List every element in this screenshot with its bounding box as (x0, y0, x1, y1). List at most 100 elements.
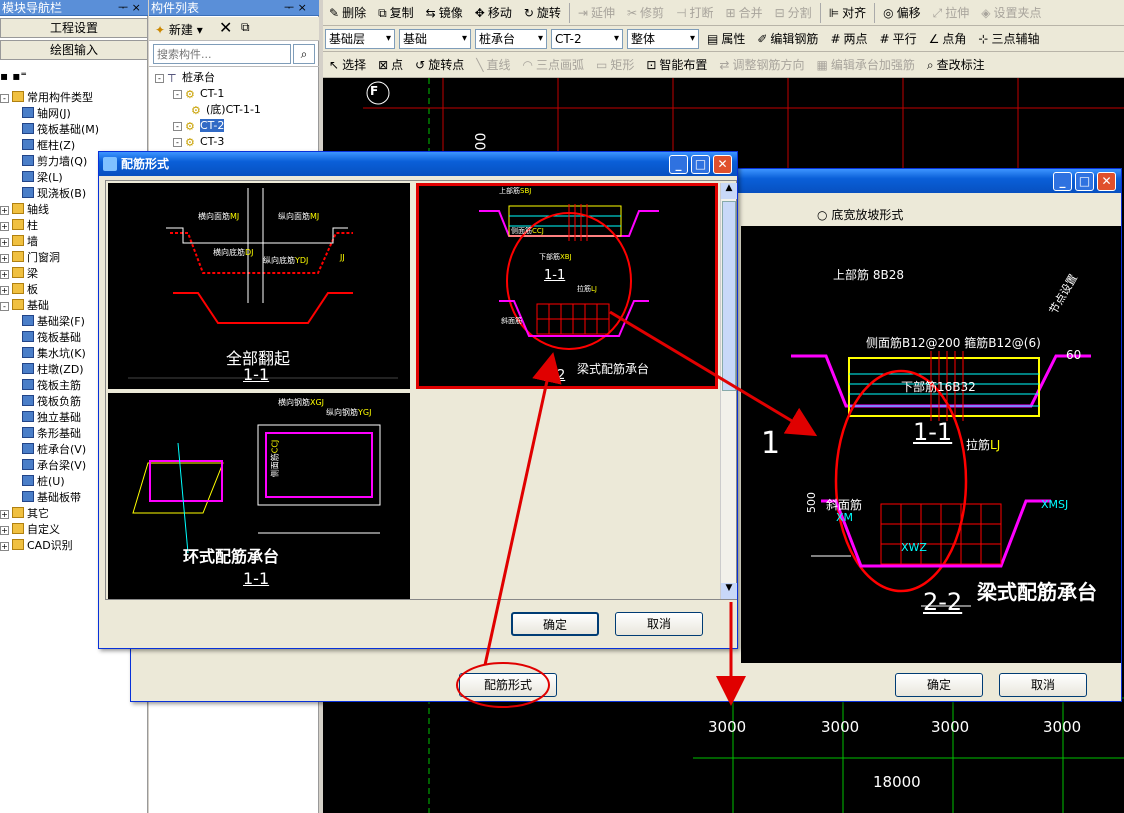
tb2-button-5[interactable]: ⊹ 三点辅轴 (975, 28, 1042, 50)
tb3-button-1[interactable]: ⊠ 点 (375, 54, 406, 76)
pin-close-icon[interactable]: ᅮ × (284, 0, 307, 16)
tb2-button-1[interactable]: ✐ 编辑钢筋 (754, 28, 821, 50)
gear-icon: ⚙ (185, 88, 195, 101)
component-tree-item[interactable]: - ⚙ CT-1 (155, 86, 261, 102)
layer-combo-0[interactable]: 基础层 (325, 29, 395, 49)
nav-tree-label: 框柱(Z) (37, 139, 76, 152)
expand-icon[interactable]: + (0, 510, 9, 519)
expand-icon[interactable]: - (173, 90, 182, 99)
expand-icon[interactable]: - (173, 138, 182, 147)
tb3-button-0[interactable]: ↖ 选择 (326, 54, 369, 76)
back-cancel-button[interactable]: 取消 (999, 673, 1087, 697)
layer-combo-4[interactable]: 整体 (627, 29, 699, 49)
expand-icon[interactable]: - (155, 74, 164, 83)
close-button[interactable]: ✕ (713, 155, 732, 174)
expand-icon[interactable]: + (0, 286, 9, 295)
new-button[interactable]: ✦ 新建 ▾ (155, 21, 203, 38)
tb1-button-3[interactable]: ✥ 移动 (472, 2, 515, 24)
tb1-icon-1: ⧉ (378, 6, 387, 20)
folder-icon (12, 267, 24, 278)
delete-icon[interactable]: ✕ (219, 18, 232, 37)
tb1-button-13[interactable]: ◈ 设置夹点 (978, 2, 1044, 24)
confirm-button[interactable]: 确定 (511, 612, 599, 636)
tb1-button-9[interactable]: ⊟ 分割 (772, 2, 815, 24)
scroll-thumb[interactable] (722, 201, 736, 391)
tb1-button-2[interactable]: ⇆ 镜像 (423, 2, 466, 24)
minimize-button[interactable]: _ (1053, 172, 1072, 191)
tb3-button-4[interactable]: ◠ 三点画弧 (519, 54, 587, 76)
cancel-button[interactable]: 取消 (615, 612, 703, 636)
component-icon (22, 107, 34, 118)
expand-icon[interactable]: - (0, 302, 9, 311)
option-beam-type[interactable]: 上部筋SBJ 侧面筋CCJ 下部筋XBJ 1-1 拉筋LJ 斜面筋 2-2 梁式… (416, 183, 718, 389)
option-all-up[interactable]: 横向面筋MJ 纵向面筋MJ 横向底筋DJ 纵向底筋YDJ JJ 全部翻起 1-1 (108, 183, 410, 389)
tb3-button-9[interactable]: ⌕ 查改标注 (924, 54, 988, 76)
layer-combo-1[interactable]: 基础 (399, 29, 471, 49)
tb1-button-4[interactable]: ↻ 旋转 (521, 2, 564, 24)
nav-tree-item[interactable]: - 常用构件类型 (0, 90, 148, 106)
expand-icon[interactable]: + (0, 542, 9, 551)
tb1-button-11[interactable]: ◎ 偏移 (880, 2, 924, 24)
tb2-button-4[interactable]: ∠ 点角 (926, 28, 970, 50)
c3-caption: 环式配筋承台 (183, 547, 280, 566)
layer-combo-2[interactable]: 桩承台 (475, 29, 547, 49)
scroll-up-icon[interactable]: ▲ (721, 183, 737, 199)
preview-scrollbar[interactable]: ▲ ▼ (720, 183, 737, 599)
tb1-button-12[interactable]: ⤢ 拉伸 (930, 2, 973, 24)
copy-icon[interactable]: ⧉ (241, 20, 250, 35)
component-tree-item[interactable]: - ⚙ CT-3 (155, 134, 261, 150)
nav-tree-item[interactable]: 筏板基础(M) (0, 122, 148, 138)
search-icon[interactable]: ⌕ (293, 44, 315, 64)
tb2-button-2[interactable]: # 两点 (827, 28, 870, 50)
tb3-button-8[interactable]: ▦ 编辑承台加强筋 (814, 54, 918, 76)
tb2-button-3[interactable]: # 平行 (877, 28, 920, 50)
scroll-down-icon[interactable]: ▼ (721, 583, 737, 599)
expand-icon[interactable]: + (0, 238, 9, 247)
expand-icon[interactable]: + (0, 222, 9, 231)
tb1-button-8[interactable]: ⊞ 合并 (723, 2, 766, 24)
tb3-button-3[interactable]: ╲ 直线 (473, 54, 513, 76)
tb1-label-2: 镜像 (438, 6, 463, 20)
component-tree-item[interactable]: ⚙ (底)CT-1-1 (155, 102, 261, 118)
tb1-button-7[interactable]: ⊣ 打断 (673, 2, 716, 24)
tb1-button-1[interactable]: ⧉ 复制 (375, 2, 417, 24)
tb2-button-0[interactable]: ▤ 属性 (704, 28, 748, 50)
expand-icon[interactable]: + (0, 270, 9, 279)
maximize-button[interactable]: □ (1075, 172, 1094, 191)
tb3-button-5[interactable]: ▭ 矩形 (593, 54, 637, 76)
maximize-button[interactable]: □ (691, 155, 710, 174)
tree-toggle-icon[interactable]: ▪ ▪⁼ (0, 69, 27, 83)
tb1-button-6[interactable]: ✂ 修剪 (624, 2, 667, 24)
tb3-button-7[interactable]: ⇄ 调整钢筋方向 (716, 54, 807, 76)
folder-icon (12, 507, 24, 518)
tb3-button-6[interactable]: ⊡ 智能布置 (643, 54, 710, 76)
expand-icon[interactable]: - (0, 94, 9, 103)
tb1-label-6: 修剪 (640, 6, 665, 20)
tb3-button-2[interactable]: ↺ 旋转点 (412, 54, 467, 76)
bk-xm: XM (836, 511, 854, 524)
expand-icon[interactable]: + (0, 526, 9, 535)
expand-icon[interactable]: + (0, 206, 9, 215)
bottom-slope-radio[interactable]: ○ 底宽放坡形式 (817, 206, 903, 223)
layer-combo-3[interactable]: CT-2 (551, 29, 623, 49)
expand-icon[interactable]: + (0, 254, 9, 263)
tb1-button-5[interactable]: ⇥ 延伸 (575, 2, 618, 24)
component-tree-item[interactable]: - ⚙ CT-2 (155, 118, 261, 134)
component-search-input[interactable] (153, 44, 291, 64)
project-settings-button[interactable]: 工程设置 (0, 18, 148, 38)
component-tree-item[interactable]: - ⊤ 桩承台 (155, 70, 261, 86)
component-title-text: 构件列表 (151, 1, 200, 15)
expand-icon[interactable]: - (173, 122, 182, 131)
tb1-button-0[interactable]: ✎ 删除 (326, 2, 369, 24)
option-ring-type[interactable]: 横向钢筋XGJ 纵向钢筋YGJ 侧面筋CCJ 环式配筋承台 1-1 (108, 393, 410, 599)
peijin-form-button[interactable]: 配筋形式 (459, 673, 557, 697)
tb3-label-0: 选择 (342, 58, 367, 72)
component-tree: - ⊤ 桩承台 - ⚙ CT-1 ⚙ (底)CT-1-1- ⚙ CT-2- ⚙ CT-3 (155, 70, 261, 150)
nav-tree-item[interactable]: 轴网(J) (0, 106, 148, 122)
tb1-button-10[interactable]: ⊫ 对齐 (826, 2, 869, 24)
back-confirm-button[interactable]: 确定 (895, 673, 983, 697)
pin-close-icon[interactable]: ᅮ × (118, 0, 141, 16)
drawing-input-button[interactable]: 绘图输入 (0, 40, 148, 60)
minimize-button[interactable]: _ (669, 155, 688, 174)
close-button[interactable]: ✕ (1097, 172, 1116, 191)
